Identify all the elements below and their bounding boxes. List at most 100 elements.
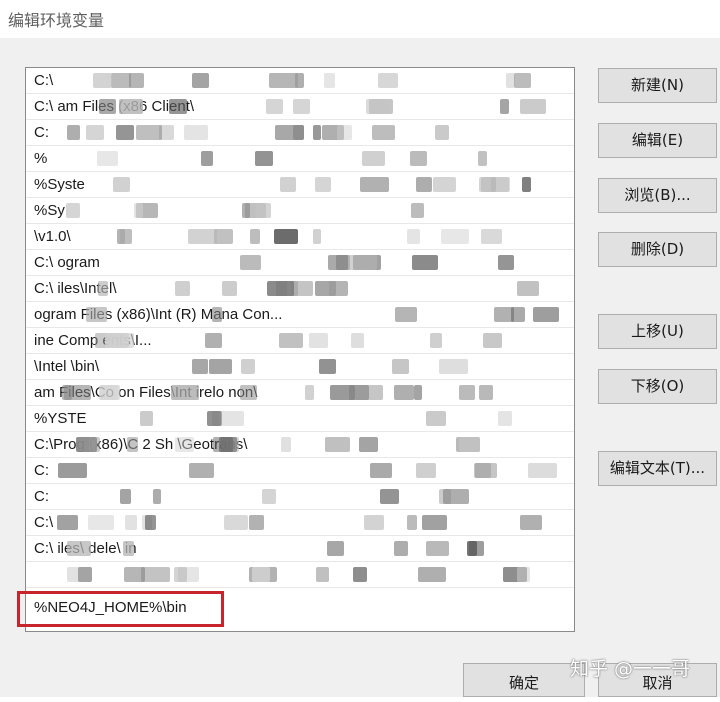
- redaction-block: [293, 125, 304, 140]
- redaction-block: [134, 203, 143, 218]
- redaction-block: [256, 203, 271, 218]
- redaction-block: [116, 125, 134, 140]
- path-row[interactable]: C:\ am Files (x86 Client\: [26, 94, 574, 120]
- redaction-block: [188, 229, 217, 244]
- redaction-block: [351, 333, 364, 348]
- redaction-block: [280, 177, 296, 192]
- path-row[interactable]: \Intel \bin\: [26, 354, 574, 380]
- redaction-block: [337, 125, 352, 140]
- redaction-block: [119, 99, 143, 114]
- redaction-block: [57, 515, 78, 530]
- redaction-block: [281, 437, 291, 452]
- redaction-block: [240, 255, 261, 270]
- redaction-block: [348, 255, 377, 270]
- redaction-block: [127, 437, 138, 452]
- redaction-block: [479, 177, 496, 192]
- redaction-block: [483, 333, 502, 348]
- redaction-block: [125, 515, 137, 530]
- path-row[interactable]: ine Comp ents\I...: [26, 328, 574, 354]
- path-row[interactable]: %YSTE: [26, 406, 574, 432]
- redaction-block: [479, 385, 493, 400]
- redaction-block: [517, 567, 530, 582]
- redaction-block: [192, 359, 208, 374]
- path-row[interactable]: C:\ iles\ dele\ in: [26, 536, 574, 562]
- redaction-block: [224, 515, 248, 530]
- redaction-block: [422, 515, 447, 530]
- redaction-block: [443, 489, 469, 504]
- redaction-block: [433, 177, 456, 192]
- redaction-block: [372, 125, 395, 140]
- path-row[interactable]: [26, 562, 574, 588]
- redaction-block: [207, 411, 221, 426]
- redaction-block: [498, 411, 512, 426]
- redaction-block: [98, 281, 108, 296]
- redaction-block: [325, 437, 350, 452]
- edit-button[interactable]: 编辑(E): [598, 123, 717, 158]
- redaction-block: [441, 229, 469, 244]
- path-row[interactable]: %Syste: [26, 172, 574, 198]
- browse-button[interactable]: 浏览(B)...: [598, 178, 717, 213]
- redaction-block: [88, 515, 114, 530]
- redaction-block: [459, 385, 475, 400]
- path-row[interactable]: \v1.0\: [26, 224, 574, 250]
- title-bar: 编辑环境变量: [0, 0, 720, 39]
- redaction-block: [255, 151, 273, 166]
- redaction-block: [189, 463, 214, 478]
- redaction-block: [201, 151, 213, 166]
- redaction-block: [293, 99, 310, 114]
- redaction-block: [412, 255, 438, 270]
- redaction-block: [123, 541, 134, 556]
- path-row[interactable]: C:: [26, 484, 574, 510]
- redaction-block: [481, 229, 502, 244]
- edit-text-button[interactable]: 编辑文本(T)...: [598, 451, 717, 486]
- redaction-block: [426, 411, 446, 426]
- redaction-block: [171, 385, 199, 400]
- redaction-block: [359, 437, 378, 452]
- redaction-block: [328, 255, 348, 270]
- redaction-block: [93, 73, 112, 88]
- redaction-block: [62, 385, 91, 400]
- redaction-block: [533, 307, 559, 322]
- redaction-block: [430, 333, 442, 348]
- redaction-block: [120, 229, 132, 244]
- redaction-block: [78, 567, 92, 582]
- redaction-block: [319, 359, 336, 374]
- delete-button[interactable]: 删除(D): [598, 232, 717, 267]
- redaction-block: [175, 281, 190, 296]
- path-row[interactable]: C:\ ogram: [26, 250, 574, 276]
- redaction-block: [105, 333, 129, 348]
- path-row[interactable]: C:\: [26, 510, 574, 536]
- move-down-button[interactable]: 下移(O): [598, 369, 717, 404]
- redaction-block: [528, 463, 557, 478]
- redaction-block: [315, 177, 331, 192]
- path-row[interactable]: %Sy: [26, 198, 574, 224]
- redaction-block: [511, 307, 525, 322]
- redaction-block: [309, 333, 328, 348]
- ok-button[interactable]: 确定: [463, 663, 585, 697]
- path-row[interactable]: %: [26, 146, 574, 172]
- redaction-block: [329, 281, 348, 296]
- redaction-block: [313, 125, 321, 140]
- redaction-block: [266, 99, 283, 114]
- redaction-block: [498, 255, 514, 270]
- path-row[interactable]: C:: [26, 120, 574, 146]
- redaction-block: [353, 567, 367, 582]
- redaction-block: [279, 333, 303, 348]
- path-row[interactable]: C:\: [26, 68, 574, 94]
- path-row[interactable]: ogram Files (x86)\Int (R) Mana Con...: [26, 302, 574, 328]
- redaction-block: [418, 567, 446, 582]
- redaction-block: [327, 541, 344, 556]
- redaction-block: [520, 99, 546, 114]
- path-row[interactable]: C:: [26, 458, 574, 484]
- new-button[interactable]: 新建(N): [598, 68, 717, 103]
- path-row[interactable]: am Files\Co on Files\Int irelo non\: [26, 380, 574, 406]
- path-row[interactable]: C:\ iles\Intel\: [26, 276, 574, 302]
- path-row[interactable]: C:\Prog (x86)\C 2 Sh \Geotrans\: [26, 432, 574, 458]
- move-up-button[interactable]: 上移(U): [598, 314, 717, 349]
- redaction-block: [517, 281, 539, 296]
- path-list[interactable]: C:\ C:\ am Files (x86 Client\ C: % %Syst…: [25, 67, 575, 632]
- redaction-block: [366, 99, 388, 114]
- redaction-block: [212, 307, 222, 322]
- redaction-block: [209, 359, 232, 374]
- redaction-block: [219, 411, 244, 426]
